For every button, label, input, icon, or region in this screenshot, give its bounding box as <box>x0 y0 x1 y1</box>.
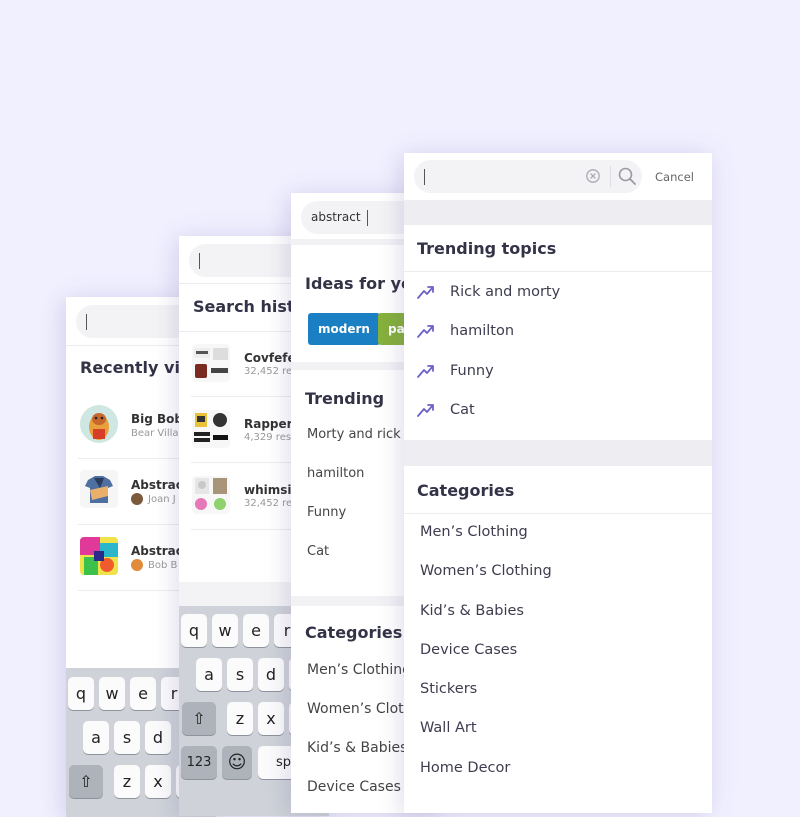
item-subtitle: 32,452 res <box>244 498 298 509</box>
text-cursor <box>86 314 87 330</box>
clear-icon[interactable] <box>586 169 600 183</box>
item-subtitle: Joan J <box>148 494 176 505</box>
rapper-stickers-thumbnail <box>192 410 230 448</box>
search-query: abstract <box>311 210 361 224</box>
key-numbers[interactable]: 123 <box>181 746 217 779</box>
key-x[interactable]: x <box>145 765 171 798</box>
trending-item[interactable]: Cat <box>307 544 329 559</box>
text-cursor <box>424 169 425 185</box>
key-a[interactable]: a <box>83 721 109 754</box>
trending-item[interactable]: hamilton <box>404 313 712 352</box>
section-title-categories: Categories <box>305 623 403 642</box>
bear-character-thumbnail <box>80 405 118 443</box>
section-title-search-history: Search histo <box>193 297 306 316</box>
key-s[interactable]: s <box>227 658 253 691</box>
section-title-recently-viewed: Recently vie <box>80 358 191 377</box>
key-z[interactable]: z <box>114 765 140 798</box>
key-shift[interactable]: ⇧ <box>182 702 216 735</box>
key-d[interactable]: d <box>258 658 284 691</box>
item-subtitle: Bear Villag <box>131 428 185 439</box>
section-title-trending: Trending <box>305 389 385 408</box>
category-item[interactable]: Men’s Clothing <box>420 524 528 540</box>
key-z[interactable]: z <box>227 702 253 735</box>
idea-chip-modern[interactable]: modern <box>308 313 380 345</box>
item-subtitle: Bob B <box>148 560 178 571</box>
cancel-button[interactable]: Cancel <box>655 170 694 184</box>
trending-item[interactable]: Rick and morty <box>404 274 712 313</box>
key-a[interactable]: a <box>196 658 222 691</box>
key-q[interactable]: q <box>181 614 207 647</box>
trending-label: hamilton <box>450 323 515 339</box>
category-item[interactable]: Device Cases <box>420 642 517 658</box>
covfefe-products-thumbnail <box>192 344 230 382</box>
divider <box>404 271 712 272</box>
text-cursor <box>199 253 200 269</box>
category-item[interactable]: Women’s Clothing <box>420 563 552 579</box>
key-e[interactable]: e <box>243 614 269 647</box>
search-divider <box>610 166 611 187</box>
search-icon[interactable] <box>617 166 637 186</box>
abstract-art-thumbnail <box>80 537 118 575</box>
category-item[interactable]: Men’s Clothing <box>307 662 411 678</box>
avatar <box>131 559 143 571</box>
trending-item[interactable]: Funny <box>404 353 712 392</box>
trending-arrow-icon <box>417 404 434 417</box>
key-shift[interactable]: ⇧ <box>69 765 103 798</box>
category-item[interactable]: Device Cases <box>307 779 401 795</box>
trending-item[interactable]: Cat <box>404 392 712 431</box>
category-item[interactable]: Home Decor <box>420 760 510 776</box>
screen-trending-topics: Cancel Trending topics Rick and morty ha… <box>404 153 712 813</box>
trending-item[interactable]: hamilton <box>307 466 364 481</box>
trending-label: Rick and morty <box>450 284 561 300</box>
section-title-categories: Categories <box>417 481 515 500</box>
item-title: Covfefe <box>244 351 296 365</box>
key-emoji[interactable]: ☺ <box>222 746 252 779</box>
trending-label: Funny <box>450 363 494 379</box>
key-w[interactable]: w <box>99 677 125 710</box>
trending-arrow-icon <box>417 286 434 299</box>
key-q[interactable]: q <box>68 677 94 710</box>
section-title-trending-topics: Trending topics <box>417 239 557 258</box>
divider <box>404 513 712 514</box>
trending-arrow-icon <box>417 365 434 378</box>
trending-item[interactable]: Morty and rick <box>307 427 401 442</box>
text-cursor <box>367 210 368 226</box>
key-e[interactable]: e <box>130 677 156 710</box>
search-input[interactable] <box>414 160 642 193</box>
item-subtitle: 4,329 resu <box>244 432 298 443</box>
key-x[interactable]: x <box>258 702 284 735</box>
category-item[interactable]: Kid’s & Babies <box>307 740 407 756</box>
avatar <box>131 493 143 505</box>
category-item[interactable]: Kid’s & Babies <box>420 603 524 619</box>
trending-item[interactable]: Funny <box>307 505 346 520</box>
key-w[interactable]: w <box>212 614 238 647</box>
trending-arrow-icon <box>417 325 434 338</box>
category-item[interactable]: Stickers <box>420 681 477 697</box>
divider-band <box>404 440 712 466</box>
tshirt-thumbnail <box>80 470 118 508</box>
key-s[interactable]: s <box>114 721 140 754</box>
trending-label: Cat <box>450 402 475 418</box>
item-title: Big Bob <box>131 412 184 426</box>
key-d[interactable]: d <box>145 721 171 754</box>
divider-band <box>404 200 712 225</box>
whimsical-art-thumbnail <box>192 476 230 514</box>
category-item[interactable]: Wall Art <box>420 720 477 736</box>
